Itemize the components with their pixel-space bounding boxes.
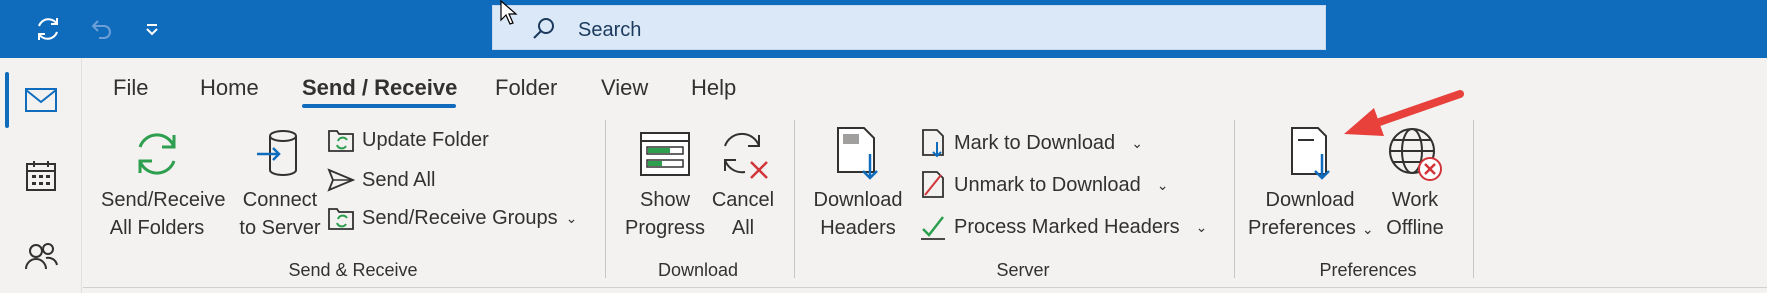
chevron-down-icon: ⌄ bbox=[1195, 218, 1208, 235]
download-headers-label-1: Download bbox=[813, 189, 903, 211]
group-label-preferences: Preferences bbox=[1319, 260, 1417, 280]
tab-file[interactable]: File bbox=[113, 74, 148, 106]
group-separator bbox=[794, 120, 795, 278]
search-box[interactable]: Search bbox=[492, 5, 1326, 50]
cancel-all-button[interactable]: Cancel All bbox=[708, 122, 778, 242]
chevron-down-icon: ⌄ bbox=[1131, 134, 1143, 151]
update-folder-label: Update Folder bbox=[362, 128, 489, 151]
group-separator bbox=[605, 120, 606, 278]
undo-button[interactable] bbox=[80, 9, 120, 49]
database-connect-icon bbox=[257, 130, 297, 176]
title-bar: Search bbox=[0, 0, 1767, 58]
sync-icon bbox=[38, 18, 58, 40]
chevron-down-icon: ⌄ bbox=[1361, 221, 1374, 237]
cancel-all-label-1: Cancel bbox=[711, 189, 775, 211]
progress-icon bbox=[640, 132, 690, 176]
group-separator bbox=[1473, 120, 1474, 278]
unmark-to-download-button[interactable]: Unmark to Download ⌄ bbox=[918, 167, 1168, 203]
calendar-icon bbox=[26, 161, 56, 191]
connect-label-1: Connect bbox=[242, 189, 318, 211]
unmark-to-download-label: Unmark to Download bbox=[954, 173, 1141, 196]
send-receive-groups-button[interactable]: Send/Receive Groups ⌄ bbox=[326, 200, 577, 236]
download-headers-button[interactable]: Download Headers bbox=[808, 122, 908, 242]
work-offline-label-1: Work bbox=[1391, 189, 1439, 211]
send-receive-all-label-2: All Folders bbox=[109, 217, 205, 239]
customize-quick-access-icon bbox=[146, 24, 158, 36]
download-headers-label-2: Headers bbox=[820, 217, 896, 239]
cancel-all-label-2: All bbox=[731, 217, 755, 239]
annotation-arrow-icon bbox=[1344, 90, 1464, 136]
group-label-download: Download bbox=[657, 260, 739, 280]
mark-download-icon bbox=[922, 129, 944, 158]
process-marked-headers-label: Process Marked Headers bbox=[954, 215, 1180, 238]
group-label-server: Server bbox=[996, 260, 1050, 280]
mark-to-download-button[interactable]: Mark to Download ⌄ bbox=[918, 125, 1143, 161]
mark-to-download-label: Mark to Download bbox=[954, 131, 1116, 154]
mail-icon bbox=[25, 88, 57, 112]
tab-help[interactable]: Help bbox=[691, 74, 736, 106]
connect-label-2: to Server bbox=[239, 217, 321, 239]
tab-home[interactable]: Home bbox=[200, 74, 259, 106]
active-tab-underline bbox=[302, 104, 456, 108]
work-offline-label-2: Offline bbox=[1386, 217, 1444, 239]
update-folder-button[interactable]: Update Folder bbox=[326, 122, 489, 158]
ribbon: Send/Receive All Folders Connect to Serv… bbox=[83, 112, 1767, 293]
tab-folder[interactable]: Folder bbox=[495, 74, 557, 106]
cancel-sync-icon bbox=[724, 132, 768, 179]
show-progress-button[interactable]: Show Progress bbox=[620, 122, 710, 242]
sync-button[interactable] bbox=[28, 9, 68, 49]
download-preferences-label-2-text: Preferences bbox=[1248, 217, 1356, 239]
send-icon bbox=[327, 168, 355, 192]
download-preferences-icon bbox=[1291, 127, 1330, 180]
send-receive-groups-label: Send/Receive Groups bbox=[362, 206, 558, 229]
people-icon bbox=[25, 243, 58, 270]
send-all-button[interactable]: Send All bbox=[326, 162, 435, 198]
tab-send-receive[interactable]: Send / Receive bbox=[302, 74, 457, 106]
unmark-download-icon bbox=[922, 171, 944, 198]
process-headers-icon bbox=[921, 216, 945, 240]
group-label-send-receive: Send & Receive bbox=[288, 260, 418, 280]
undo-icon bbox=[91, 20, 111, 39]
download-preferences-label-2: Preferences ⌄ bbox=[1248, 214, 1374, 243]
customize-quick-access-button[interactable] bbox=[132, 9, 172, 49]
search-icon bbox=[533, 18, 554, 39]
chevron-down-icon: ⌄ bbox=[565, 209, 578, 226]
show-progress-label-2: Progress bbox=[624, 217, 706, 239]
show-progress-label-1: Show bbox=[639, 189, 691, 211]
send-receive-all-icon bbox=[138, 133, 176, 175]
rail-item-people[interactable] bbox=[0, 224, 82, 288]
folder-sync-groups-icon bbox=[328, 208, 354, 230]
process-marked-headers-button[interactable]: Process Marked Headers ⌄ bbox=[918, 209, 1207, 245]
send-receive-all-label-1: Send/Receive bbox=[101, 189, 226, 211]
ribbon-bottom-border bbox=[83, 287, 1767, 288]
tab-view[interactable]: View bbox=[601, 74, 648, 106]
connect-to-server-button[interactable]: Connect to Server bbox=[233, 122, 327, 242]
download-preferences-label-1: Download bbox=[1265, 189, 1355, 211]
group-separator bbox=[1234, 120, 1235, 278]
chevron-down-icon: ⌄ bbox=[1156, 176, 1169, 193]
rail-item-calendar[interactable] bbox=[0, 144, 82, 208]
search-label: Search bbox=[578, 19, 642, 41]
mouse-cursor-icon bbox=[500, 0, 518, 25]
rail-item-mail[interactable] bbox=[0, 68, 82, 132]
send-receive-all-folders-button[interactable]: Send/Receive All Folders bbox=[101, 122, 226, 242]
navigation-rail bbox=[0, 58, 82, 293]
folder-sync-icon bbox=[328, 130, 354, 152]
send-all-label: Send All bbox=[362, 168, 436, 191]
download-headers-icon bbox=[837, 127, 878, 180]
